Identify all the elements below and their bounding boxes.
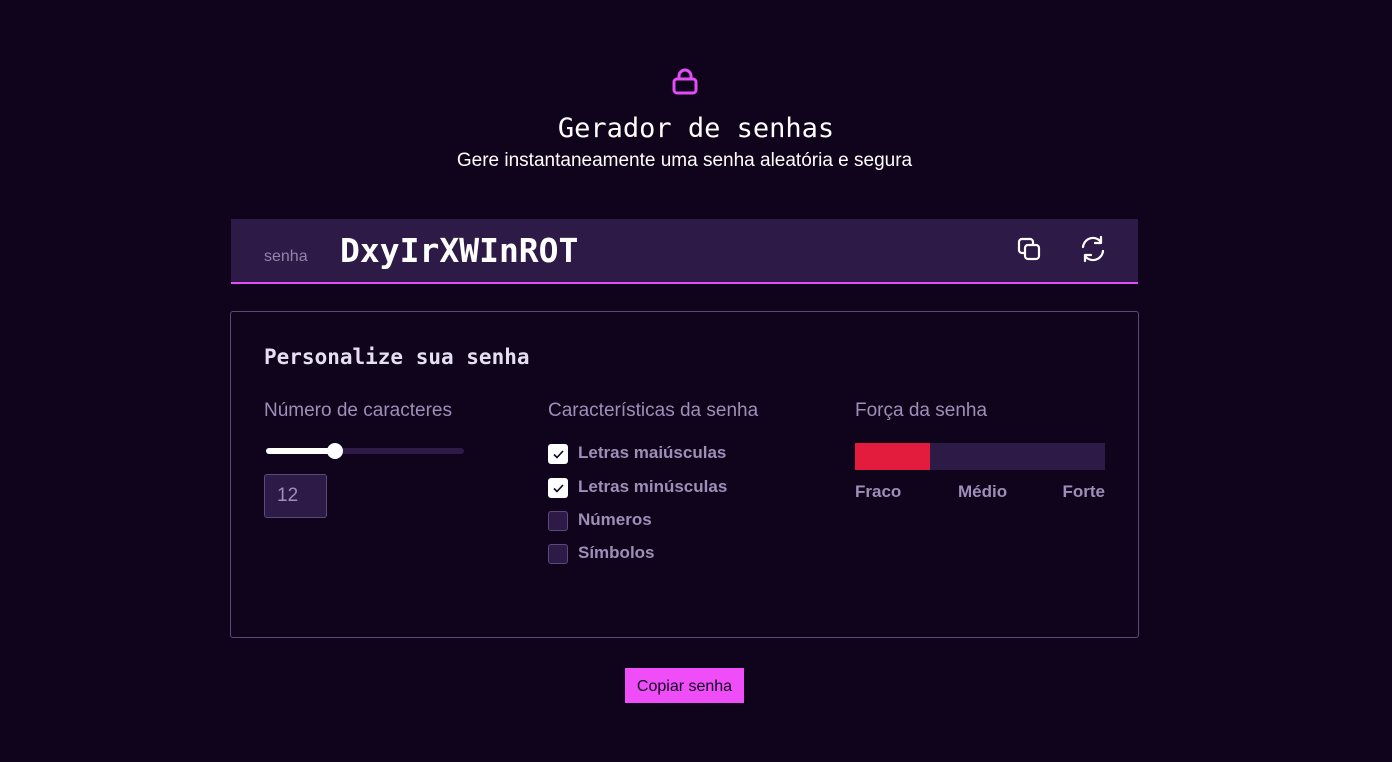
- page-subtitle: Gere instantaneamente uma senha aleatóri…: [456, 150, 913, 171]
- length-slider[interactable]: [266, 443, 464, 459]
- strength-label-strong: Forte: [1062, 482, 1106, 501]
- strength-labels: Fraco Médio Forte: [855, 482, 1105, 504]
- checkbox-label: Letras minúsculas: [578, 477, 728, 496]
- strength-heading: Força da senha: [855, 400, 988, 421]
- checkbox-box[interactable]: [548, 478, 568, 498]
- strength-fill: [855, 443, 930, 470]
- copy-icon[interactable]: [1015, 235, 1043, 263]
- password-display: senha DxyIrXWInROT: [231, 219, 1138, 284]
- lock-icon: [672, 68, 698, 95]
- checkbox-label: Letras maiúsculas: [578, 443, 727, 462]
- checkbox-box[interactable]: [548, 444, 568, 464]
- customize-title: Personalize sua senha: [264, 345, 530, 369]
- slider-thumb[interactable]: [327, 443, 344, 459]
- length-input[interactable]: 12: [264, 474, 327, 518]
- checkbox-label: Números: [578, 510, 652, 529]
- features-heading: Características da senha: [548, 400, 759, 421]
- slider-fill: [266, 448, 336, 454]
- page: Gerador de senhas Gere instantaneamente …: [0, 0, 1392, 762]
- checkbox-label: Símbolos: [578, 543, 655, 562]
- page-title: Gerador de senhas: [557, 113, 835, 144]
- strength-meter: [855, 443, 1105, 470]
- password-label: senha: [264, 248, 308, 265]
- customize-panel: Personalize sua senha Número de caracter…: [230, 311, 1139, 638]
- strength-label-medium: Médio: [958, 482, 1008, 501]
- refresh-icon[interactable]: [1079, 235, 1107, 263]
- check-icon: [553, 450, 564, 459]
- checkbox-box[interactable]: [548, 544, 568, 564]
- length-heading: Número de caracteres: [264, 400, 452, 421]
- check-icon: [553, 484, 564, 493]
- checkbox-box[interactable]: [548, 511, 568, 531]
- copy-password-button[interactable]: Copiar senha: [625, 668, 744, 703]
- password-value: DxyIrXWInROT: [340, 231, 579, 270]
- strength-label-weak: Fraco: [855, 482, 902, 501]
